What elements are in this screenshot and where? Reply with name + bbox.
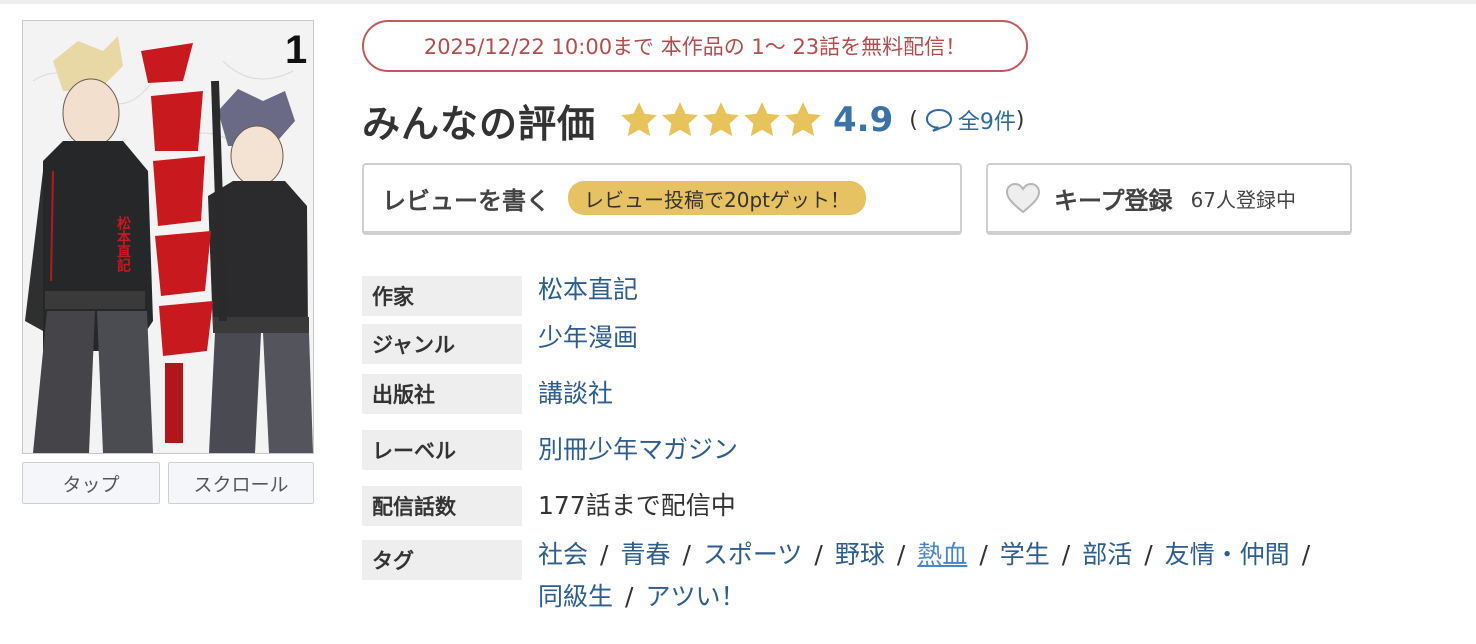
cover-volume-number: 1 xyxy=(285,28,307,72)
tag-separator: / xyxy=(682,540,691,569)
info-row-tags: タグ 社会 / 青春 / スポーツ / 野球 / 熱血 / 学生 / 部活 / 友情・仲間 / 同級生 / アツい！ xyxy=(362,540,1438,618)
tag-link[interactable]: スポーツ xyxy=(703,540,803,569)
tag-link[interactable]: 学生 xyxy=(1000,540,1050,569)
rating-title: みんなの評価 xyxy=(362,101,597,146)
tag-separator: / xyxy=(625,582,634,611)
info-row-author: 作家 松本直記 xyxy=(362,275,638,316)
cover-image[interactable]: 1 松本直記 xyxy=(22,20,314,454)
review-count[interactable]: 全9件 xyxy=(958,104,1016,136)
info-key-publisher: 出版社 xyxy=(362,374,522,414)
rating-score: 4.9 xyxy=(833,100,894,140)
genre-link[interactable]: 少年漫画 xyxy=(538,318,638,364)
publisher-link[interactable]: 講談社 xyxy=(538,374,613,414)
info-row-episodes: 配信話数 177話まで配信中 xyxy=(362,486,736,526)
tag-link[interactable]: 友情・仲間 xyxy=(1165,540,1290,569)
tag-link[interactable]: 社会 xyxy=(538,540,588,569)
cover-author-art: 松本直記 xyxy=(115,215,131,273)
tag-separator: / xyxy=(814,540,823,569)
author-link[interactable]: 松本直記 xyxy=(538,270,638,316)
rating-row: みんなの評価 4.9 ( 全9件 ) xyxy=(362,92,1024,148)
tag-list: 社会 / 青春 / スポーツ / 野球 / 熱血 / 学生 / 部活 / 友情・仲間 / 同級生 / アツい！ xyxy=(538,534,1438,618)
tag-separator: / xyxy=(979,540,988,569)
info-key-genre: ジャンル xyxy=(362,324,522,364)
heart-icon xyxy=(1005,182,1041,214)
info-key-author: 作家 xyxy=(362,276,522,316)
info-row-label: レーベル 別冊少年マガジン xyxy=(362,430,738,470)
speech-bubble-icon xyxy=(925,108,952,132)
write-review-button[interactable]: レビューを書く レビュー投稿で20ptゲット！ xyxy=(362,163,962,235)
info-row-publisher: 出版社 講談社 xyxy=(362,374,613,414)
tag-link[interactable]: 同級生 xyxy=(538,582,613,611)
star-icon xyxy=(621,102,657,137)
tag-separator: / xyxy=(1301,540,1311,569)
info-row-genre: ジャンル 少年漫画 xyxy=(362,323,638,364)
star-rating xyxy=(618,99,823,141)
star-icon xyxy=(785,102,821,137)
tag-link[interactable]: アツい！ xyxy=(645,582,745,611)
tag-separator: / xyxy=(1144,540,1153,569)
tag-link-hovered[interactable]: 熱血 xyxy=(917,540,967,569)
free-distribution-notice: 2025/12/22 10:00まで 本作品の 1〜 23話を無料配信！ xyxy=(362,20,1028,72)
open-paren: ( xyxy=(909,107,918,133)
tag-link[interactable]: 部活 xyxy=(1082,540,1132,569)
top-border xyxy=(0,0,1476,4)
keep-label: キープ登録 xyxy=(1054,186,1173,215)
review-points-badge: レビュー投稿で20ptゲット！ xyxy=(568,181,866,215)
info-key-tags: タグ xyxy=(362,540,522,580)
star-icon xyxy=(662,102,698,137)
keep-count: 67人登録中 xyxy=(1190,187,1297,212)
tag-separator: / xyxy=(1061,540,1071,569)
keep-button[interactable]: キープ登録 67人登録中 xyxy=(986,163,1352,235)
tap-view-button[interactable]: タップ xyxy=(22,462,160,504)
info-key-label: レーベル xyxy=(362,430,522,470)
tag-separator: / xyxy=(600,540,609,569)
tag-link[interactable]: 野球 xyxy=(835,540,885,569)
close-paren: ) xyxy=(1015,107,1025,133)
episodes-value: 177話まで配信中 xyxy=(538,491,736,520)
tag-separator: / xyxy=(896,540,906,569)
star-icon xyxy=(703,102,739,137)
scroll-view-button[interactable]: スクロール xyxy=(168,462,314,504)
label-link[interactable]: 別冊少年マガジン xyxy=(538,430,738,470)
write-review-label: レビューを書く xyxy=(382,186,550,215)
star-icon xyxy=(744,102,780,137)
review-count-link[interactable]: ( 全9件 ) xyxy=(909,104,1024,136)
info-key-episodes: 配信話数 xyxy=(362,486,522,526)
tag-link[interactable]: 青春 xyxy=(620,540,670,569)
